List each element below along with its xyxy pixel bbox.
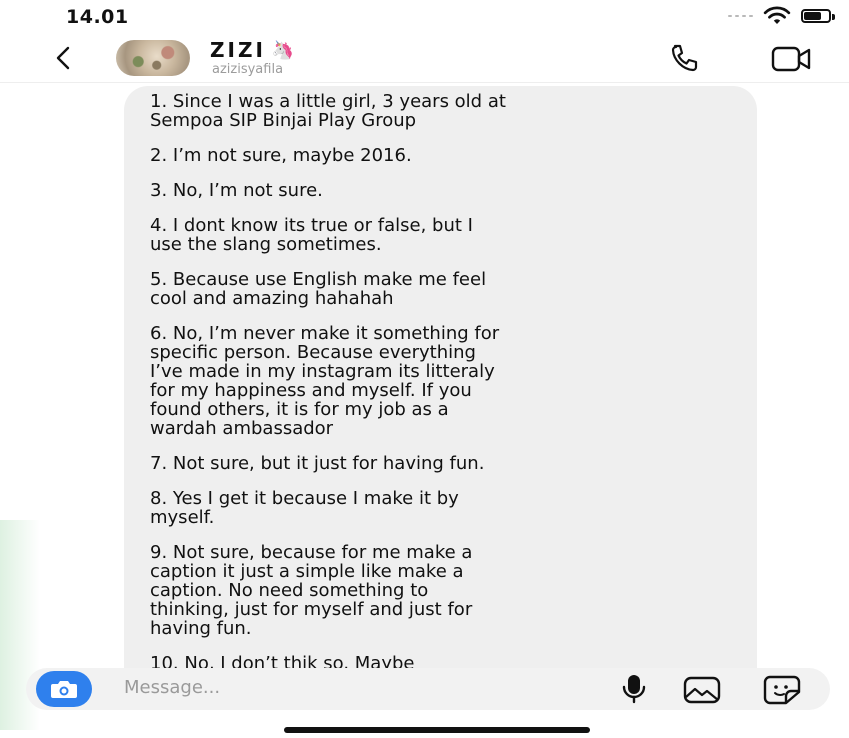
cellular-signal-icon bbox=[728, 15, 753, 17]
message-paragraph: 6. No, I’m never make it something for s… bbox=[150, 323, 500, 439]
message-paragraph: 3. No, I’m not sure. bbox=[150, 180, 323, 201]
sticker-icon[interactable] bbox=[762, 674, 802, 706]
contact-display-name[interactable]: ZIZI 🦄 bbox=[210, 38, 294, 62]
status-time: 14.01 bbox=[66, 6, 129, 28]
battery-icon bbox=[801, 9, 835, 23]
unicorn-icon: 🦄 bbox=[271, 39, 295, 61]
video-camera-icon[interactable] bbox=[770, 44, 814, 74]
back-button[interactable] bbox=[48, 40, 78, 76]
camera-icon bbox=[51, 681, 77, 698]
status-icons bbox=[728, 6, 835, 26]
microphone-icon[interactable] bbox=[618, 672, 650, 706]
battery-level-fill bbox=[804, 12, 821, 20]
message-input[interactable]: Message... bbox=[124, 677, 220, 698]
camera-button[interactable] bbox=[36, 671, 92, 707]
image-icon[interactable] bbox=[682, 675, 722, 705]
message-paragraph: 8. Yes I get it because I make it by mys… bbox=[150, 488, 459, 528]
message-paragraph: 1. Since I was a little girl, 3 years ol… bbox=[150, 91, 506, 131]
message-paragraph: 9. Not sure, because for me make a capti… bbox=[150, 542, 473, 639]
message-paragraph: 4. I dont know its true or false, but I … bbox=[150, 215, 473, 255]
received-message-bubble[interactable]: 1. Since I was a little girl, 3 years ol… bbox=[124, 86, 757, 670]
message-composer[interactable]: Message... bbox=[26, 668, 830, 710]
message-text: 1. Since I was a little girl, 3 years ol… bbox=[150, 92, 750, 670]
wifi-icon bbox=[763, 6, 791, 24]
chat-header: ZIZI 🦄 azizisyafila bbox=[0, 38, 849, 83]
contact-name-text: ZIZI bbox=[210, 38, 266, 62]
message-paragraph: 2. I’m not sure, maybe 2016. bbox=[150, 145, 412, 166]
status-bar: 14.01 bbox=[0, 0, 849, 38]
phone-icon[interactable] bbox=[666, 42, 702, 76]
message-paragraph: 7. Not sure, but it just for having fun. bbox=[150, 453, 485, 474]
home-indicator bbox=[284, 727, 590, 733]
contact-username: azizisyafila bbox=[212, 62, 284, 77]
chevron-left-icon bbox=[56, 46, 70, 70]
message-paragraph: 5. Because use English make me feel cool… bbox=[150, 269, 487, 309]
avatar[interactable] bbox=[116, 40, 190, 76]
